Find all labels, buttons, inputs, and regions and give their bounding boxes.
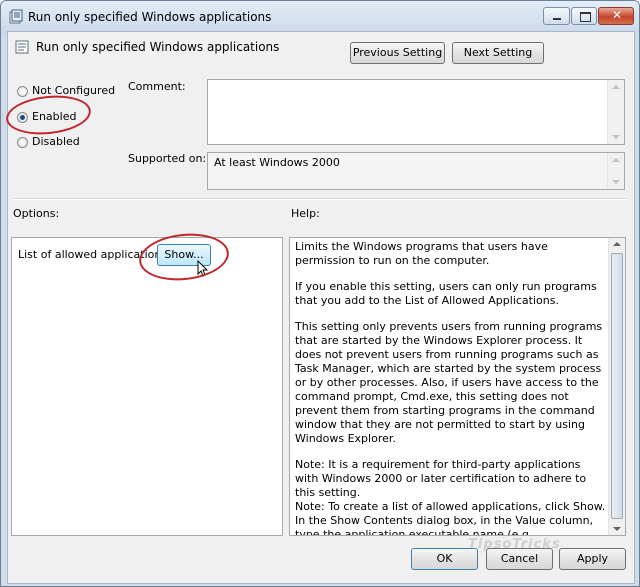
disabled-label: Disabled	[32, 135, 80, 148]
title-bar[interactable]: Run only specified Windows applications …	[1, 1, 639, 35]
scroll-down-icon	[612, 135, 620, 139]
apply-button[interactable]: Apply	[559, 548, 626, 570]
not-configured-radio[interactable]	[17, 86, 28, 97]
policy-setting-icon	[15, 40, 29, 54]
supported-on-value: At least Windows 2000	[214, 156, 340, 169]
setting-name: Run only specified Windows applications	[36, 40, 280, 54]
next-setting-button[interactable]: Next Setting	[452, 42, 544, 64]
watermark: TipsoTricks	[468, 537, 561, 552]
dialog-client: Run only specified Windows applications …	[7, 31, 635, 584]
scroll-up-icon	[612, 85, 620, 89]
options-panel: List of allowed applications	[11, 237, 283, 536]
supported-on-field: At least Windows 2000	[207, 152, 625, 190]
help-paragraph: Note: To create a list of allowed applic…	[295, 500, 606, 536]
policy-icon	[9, 9, 23, 24]
supported-on-label: Supported on:	[128, 152, 207, 165]
scroll-thumb[interactable]	[611, 253, 623, 519]
supported-scrollbar[interactable]	[607, 153, 624, 189]
maximize-icon	[580, 12, 591, 22]
scroll-down-icon	[613, 527, 621, 531]
separator	[14, 198, 626, 200]
previous-setting-button[interactable]: Previous Setting	[350, 42, 445, 64]
window-title: Run only specified Windows applications	[28, 10, 272, 24]
minimize-icon	[553, 18, 561, 20]
minimize-button[interactable]	[543, 7, 570, 25]
help-paragraph: If you enable this setting, users can on…	[295, 280, 597, 307]
close-icon: ✕	[612, 8, 623, 22]
help-heading: Help:	[291, 207, 320, 220]
comment-label: Comment:	[128, 80, 186, 93]
scroll-up-icon	[612, 158, 620, 162]
maximize-button[interactable]	[571, 7, 597, 25]
close-button[interactable]: ✕	[598, 7, 634, 25]
help-paragraph: Note: It is a requirement for third-part…	[295, 458, 587, 499]
disabled-radio[interactable]	[17, 137, 28, 148]
help-paragraph: Limits the Windows programs that users h…	[295, 240, 548, 267]
help-panel: Limits the Windows programs that users h…	[289, 237, 626, 536]
help-scrollbar[interactable]	[608, 238, 625, 535]
comment-scrollbar[interactable]	[607, 80, 624, 144]
help-text: Limits the Windows programs that users h…	[295, 240, 607, 536]
dialog-window: Run only specified Windows applications …	[0, 0, 640, 587]
not-configured-label: Not Configured	[32, 84, 116, 97]
scroll-up-icon	[613, 242, 621, 246]
scroll-down-icon	[612, 180, 620, 184]
comment-textarea[interactable]	[207, 79, 625, 145]
options-heading: Options:	[13, 207, 60, 220]
help-paragraph: This setting only prevents users from ru…	[295, 320, 603, 445]
